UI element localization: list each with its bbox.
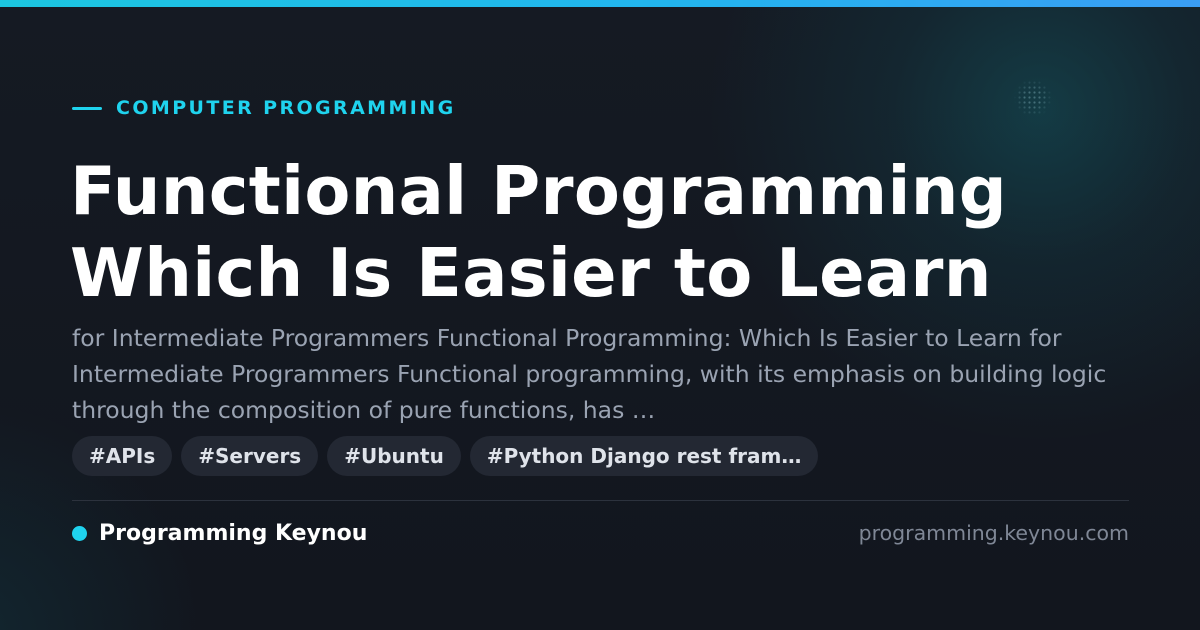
site-domain: programming.keynou.com: [858, 521, 1129, 545]
page-title: Functional Programming Which Is Easier t…: [70, 150, 1150, 314]
brand-dot-icon: [72, 525, 87, 541]
brand: Programming Keynou: [72, 518, 367, 548]
category-dash-icon: [72, 106, 102, 110]
tag-apis[interactable]: #APIs: [72, 436, 173, 476]
tag-list: #APIs #Servers #Ubuntu #Python Django re…: [72, 436, 819, 476]
category: COMPUTER PROGRAMMING: [72, 96, 456, 120]
description: for Intermediate Programmers Functional …: [72, 324, 1107, 424]
tag-servers[interactable]: #Servers: [181, 436, 319, 476]
accent-bar: [0, 0, 1200, 7]
tag-ubuntu[interactable]: #Ubuntu: [327, 436, 461, 476]
tag-python-django[interactable]: #Python Django rest fram…: [469, 436, 819, 476]
footer-divider: [72, 500, 1129, 501]
title-line-1: Functional Programming: [70, 152, 1008, 230]
dot-pattern-decoration: [1012, 80, 1054, 116]
share-card: COMPUTER PROGRAMMING Functional Programm…: [0, 0, 1200, 630]
brand-name: Programming Keynou: [99, 520, 368, 546]
title-line-2: Which Is Easier to Learn: [70, 234, 992, 312]
category-label: COMPUTER PROGRAMMING: [116, 97, 456, 119]
